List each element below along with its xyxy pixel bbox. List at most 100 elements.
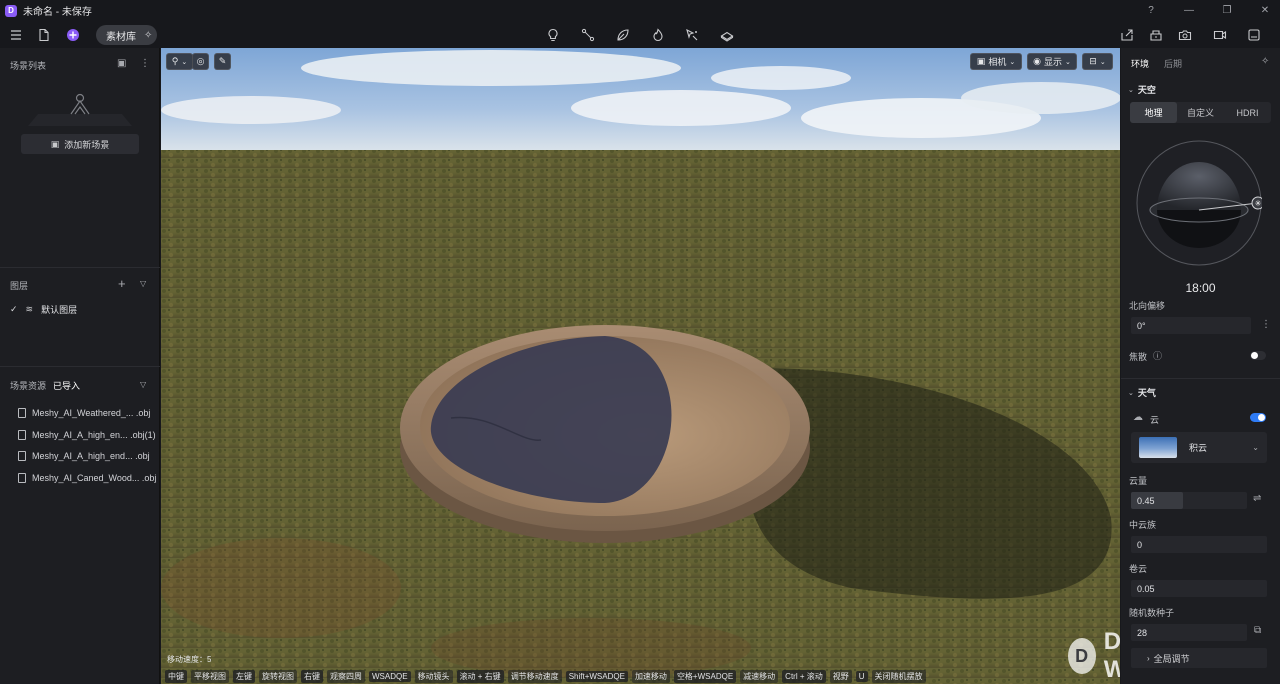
pick-tool-button[interactable]: ✎ bbox=[214, 53, 231, 70]
sky-mode-hdri[interactable]: HDRI bbox=[1224, 102, 1271, 123]
help-icon[interactable]: ? bbox=[1144, 5, 1158, 16]
mid-cloud-input[interactable]: 0 bbox=[1131, 536, 1267, 553]
shortcut-key: WSADQE bbox=[369, 670, 411, 682]
shortcut-description: 观察四周 bbox=[327, 669, 365, 683]
checkmark-icon[interactable]: ✓ bbox=[10, 304, 18, 315]
video-render-icon[interactable] bbox=[1211, 26, 1229, 44]
weather-section-header[interactable]: ⌄ 天气 bbox=[1128, 386, 1156, 399]
scene-assets-title: 场景资源 bbox=[10, 381, 47, 391]
sun-position-dial[interactable]: ✳ bbox=[1136, 140, 1262, 266]
more-options-icon[interactable]: ⋮ bbox=[140, 58, 150, 69]
sun-icon[interactable]: ✳ bbox=[1255, 199, 1262, 208]
empty-scene-placeholder-icon bbox=[28, 93, 132, 126]
chevron-right-icon: › bbox=[1147, 653, 1150, 663]
pencil-icon: ✎ bbox=[218, 56, 227, 66]
mid-cloud-value: 0 bbox=[1137, 539, 1143, 550]
window-title: 未命名 - 未保存 bbox=[23, 7, 92, 18]
random-seed-label: 随机数种子 bbox=[1129, 608, 1175, 618]
camera-plus-icon: ▣ bbox=[50, 138, 60, 149]
add-new-scene-button[interactable]: ▣ 添加新场景 bbox=[21, 134, 139, 154]
asset-name: Meshy_AI_A_high_end... .obj bbox=[32, 451, 150, 461]
assets-tab-imported[interactable]: 已导入 bbox=[53, 379, 80, 392]
asset-item[interactable]: Meshy_AI_A_high_end... .obj bbox=[18, 451, 150, 461]
rendered-scene[interactable] bbox=[161, 48, 1120, 684]
cloud-amount-label: 云量 bbox=[1129, 476, 1148, 486]
global-adjust-button[interactable]: › 全局调节 bbox=[1131, 648, 1267, 668]
tab-post-processing[interactable]: 后期 bbox=[1164, 57, 1182, 70]
cloud-type-dropdown[interactable]: 积云 ⌄ bbox=[1131, 432, 1267, 463]
cloud-amount-slider[interactable]: 0.45 bbox=[1131, 492, 1247, 509]
random-seed-input[interactable]: 28 bbox=[1131, 624, 1247, 641]
gallery-icon[interactable] bbox=[1245, 26, 1263, 44]
path-tool-icon[interactable] bbox=[579, 26, 597, 44]
collapse-layers-icon[interactable]: ▽ bbox=[140, 279, 146, 288]
asset-item[interactable]: Meshy_AI_Weathered_... .obj bbox=[18, 408, 150, 418]
layer-item-default[interactable]: ✓ ≋ 默认图层 bbox=[10, 303, 77, 316]
transform-tool-button[interactable]: ⚲ ⌄ bbox=[166, 53, 193, 70]
chevron-down-icon: ⌄ bbox=[1099, 58, 1106, 66]
camera-capture-icon[interactable] bbox=[1176, 26, 1194, 44]
asset-library-button[interactable]: 素材库 ✧ bbox=[96, 25, 157, 45]
more-options-icon[interactable]: ⋮ bbox=[1261, 319, 1271, 330]
asset-item[interactable]: Meshy_AI_A_high_en... .obj(1) bbox=[18, 430, 156, 440]
ai-assistant-icon[interactable] bbox=[64, 26, 82, 44]
sky-mode-custom[interactable]: 自定义 bbox=[1177, 102, 1224, 123]
divider bbox=[0, 267, 160, 268]
leaf-icon[interactable] bbox=[614, 26, 632, 44]
cirrus-input[interactable]: 0.05 bbox=[1131, 580, 1267, 597]
file-icon bbox=[18, 451, 26, 461]
light-bulb-icon[interactable] bbox=[544, 26, 562, 44]
scene-screenshot-icon[interactable]: ▣ bbox=[117, 58, 126, 69]
tab-environment[interactable]: 环境 bbox=[1131, 57, 1149, 70]
share-icon[interactable] bbox=[1118, 26, 1136, 44]
layers-icon: ≋ bbox=[25, 304, 34, 314]
chevron-down-icon: ⌄ bbox=[181, 58, 188, 66]
world-coordinate-button[interactable]: ◎ bbox=[192, 53, 209, 70]
cirrus-label: 卷云 bbox=[1129, 564, 1148, 574]
eye-icon: ◉ bbox=[1033, 56, 1041, 66]
info-icon[interactable]: ⓘ bbox=[1153, 349, 1162, 362]
chevron-down-icon: ⌄ bbox=[1009, 58, 1016, 66]
cloud-toggle[interactable] bbox=[1250, 413, 1266, 422]
add-layer-icon[interactable]: + bbox=[118, 276, 126, 291]
north-offset-label: 北向偏移 bbox=[1129, 301, 1166, 311]
randomize-icon[interactable]: ⧉ bbox=[1254, 625, 1261, 636]
restore-button[interactable]: ❐ bbox=[1220, 5, 1234, 16]
slider-settings-icon[interactable]: ⇌ bbox=[1253, 493, 1261, 504]
ai-sparkle-icon[interactable]: ✧ bbox=[1261, 56, 1269, 67]
view-mode-button[interactable]: ⊟ ⌄ bbox=[1082, 53, 1113, 70]
terrain-icon[interactable] bbox=[718, 26, 736, 44]
package-icon[interactable] bbox=[1147, 26, 1165, 44]
add-new-scene-label: 添加新场景 bbox=[64, 139, 110, 150]
north-offset-value: 0° bbox=[1137, 320, 1146, 331]
minimize-button[interactable]: — bbox=[1182, 5, 1196, 16]
shortcut-hint-bar: 中键 平移视图 左键 旋转视图 右键 观察四周 WSADQE 移动镜头 滚动 + 右键 调节移动速… bbox=[165, 669, 926, 683]
global-adjust-label: 全局调节 bbox=[1153, 653, 1190, 664]
layers-title: 图层 bbox=[10, 281, 29, 291]
shortcut-description: 减速移动 bbox=[740, 669, 779, 683]
scatter-tool-icon[interactable] bbox=[683, 26, 701, 44]
particle-effect-icon[interactable] bbox=[649, 26, 667, 44]
layer-name: 默认图层 bbox=[41, 305, 78, 315]
shortcut-description: 旋转视图 bbox=[259, 669, 297, 683]
file-import-icon[interactable] bbox=[35, 26, 53, 44]
asset-name: Meshy_AI_A_high_en... .obj(1) bbox=[32, 430, 156, 440]
transform-icon: ⚲ bbox=[171, 56, 179, 66]
collapse-assets-icon[interactable]: ▽ bbox=[140, 380, 146, 389]
caustics-toggle[interactable] bbox=[1250, 351, 1266, 360]
sky-section-title: 天空 bbox=[1137, 85, 1156, 95]
shortcut-description: 视野 bbox=[829, 669, 852, 683]
divider bbox=[0, 366, 160, 367]
3d-viewport[interactable]: ⚲ ⌄ ◎ ✎ ▣ 相机 ⌄ ◉ 显示 ⌄ ⊟ ⌄ 移动速度：5 中键 平移视图 左键… bbox=[161, 48, 1120, 684]
sky-section-header[interactable]: ⌄ 天空 bbox=[1128, 83, 1156, 96]
display-menu-button[interactable]: ◉ 显示 ⌄ bbox=[1027, 53, 1077, 70]
shortcut-key: Ctrl + 滚动 bbox=[782, 669, 826, 683]
display-menu-label: 显示 bbox=[1043, 57, 1062, 67]
mid-cloud-label: 中云族 bbox=[1129, 520, 1157, 530]
close-button[interactable]: ✕ bbox=[1258, 5, 1272, 16]
menu-icon[interactable] bbox=[7, 26, 25, 44]
north-offset-input[interactable]: 0° bbox=[1131, 317, 1251, 334]
camera-menu-button[interactable]: ▣ 相机 ⌄ bbox=[970, 53, 1022, 70]
asset-item[interactable]: Meshy_AI_Caned_Wood... .obj bbox=[18, 473, 156, 483]
sky-mode-geographic[interactable]: 地理 bbox=[1130, 102, 1177, 123]
